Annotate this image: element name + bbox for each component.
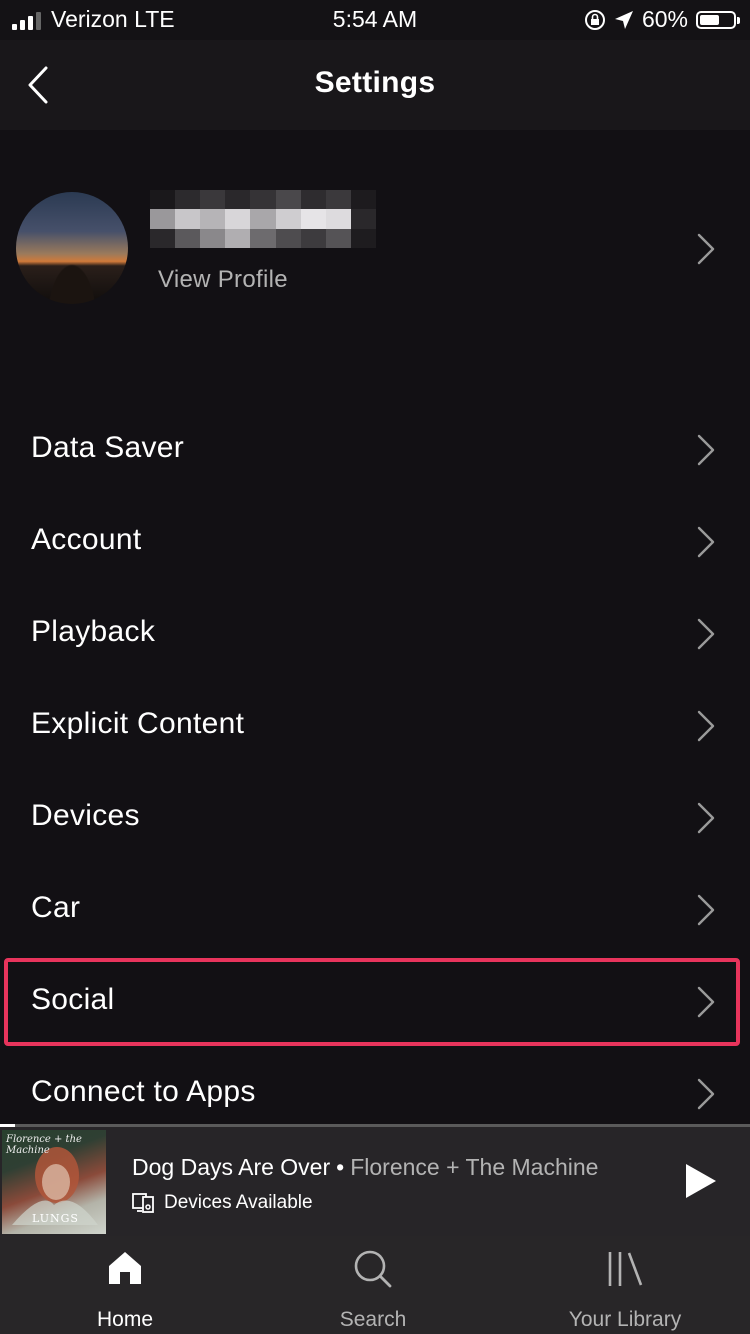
chevron-right-icon xyxy=(697,526,715,558)
devices-label: Devices Available xyxy=(164,1192,313,1213)
nav-header: Settings xyxy=(0,40,750,130)
chevron-right-icon xyxy=(697,1078,715,1110)
menu-item-label: Playback xyxy=(31,615,156,648)
menu-item-label: Social xyxy=(31,983,115,1016)
status-right: 60% xyxy=(584,6,740,33)
page-title: Settings xyxy=(314,66,436,99)
chevron-right-icon xyxy=(697,434,715,466)
tab-search[interactable]: Search xyxy=(248,1236,498,1334)
menu-item-label: Data Saver xyxy=(31,431,185,464)
chevron-right-icon xyxy=(697,986,715,1018)
menu-item-account[interactable]: Account xyxy=(0,496,750,588)
avatar xyxy=(16,192,128,304)
battery-percent: 60% xyxy=(641,6,688,32)
profile-row[interactable]: View Profile xyxy=(0,130,750,380)
separator: • xyxy=(336,1154,345,1180)
menu-item-label: Explicit Content xyxy=(31,707,245,740)
devices-icon xyxy=(132,1193,154,1213)
chevron-right-icon xyxy=(697,802,715,834)
menu-item-devices[interactable]: Devices xyxy=(0,772,750,864)
menu-item-data-saver[interactable]: Data Saver xyxy=(0,404,750,496)
devices-available[interactable]: Devices Available xyxy=(132,1192,313,1214)
tab-library[interactable]: Your Library xyxy=(500,1236,750,1334)
album-artist-text: Florence + the Machine xyxy=(6,1134,82,1156)
menu-item-label: Devices xyxy=(31,799,140,832)
playback-progress xyxy=(0,1124,750,1127)
chevron-right-icon xyxy=(697,894,715,926)
library-icon xyxy=(608,1252,643,1286)
location-icon xyxy=(614,10,633,29)
status-bar: Verizon LTE 5:54 AM 60% xyxy=(0,0,750,40)
menu-item-label: Account xyxy=(31,523,142,556)
tab-home[interactable]: Home xyxy=(0,1236,250,1334)
tab-home-label: Home xyxy=(96,1308,154,1331)
tab-search-label: Search xyxy=(339,1308,407,1331)
menu-item-label: Connect to Apps xyxy=(31,1075,256,1108)
redacted-username xyxy=(150,190,376,248)
menu-item-explicit-content[interactable]: Explicit Content xyxy=(0,680,750,772)
artist-name: Florence + The Machine xyxy=(350,1154,599,1180)
track-info: Dog Days Are Over • Florence + The Machine xyxy=(132,1154,598,1181)
battery-icon xyxy=(696,10,740,29)
album-art: Florence + the Machine LUNGS xyxy=(2,1130,106,1234)
menu-item-social[interactable]: Social xyxy=(0,956,750,1048)
tab-bar: Home Search Your Library xyxy=(0,1236,750,1334)
search-icon xyxy=(354,1250,392,1288)
tab-library-label: Your Library xyxy=(568,1308,682,1331)
rotation-lock-icon xyxy=(584,9,605,30)
home-icon xyxy=(109,1252,141,1284)
menu-item-label: Car xyxy=(31,891,81,924)
mini-player[interactable]: Florence + the Machine LUNGS Dog Days Ar… xyxy=(0,1124,750,1236)
chevron-right-icon xyxy=(697,618,715,650)
chevron-right-icon xyxy=(697,233,715,265)
menu-item-car[interactable]: Car xyxy=(0,864,750,956)
chevron-right-icon xyxy=(697,710,715,742)
view-profile-label: View Profile xyxy=(158,266,288,293)
album-title-text: LUNGS xyxy=(32,1212,79,1225)
song-title: Dog Days Are Over xyxy=(132,1154,331,1180)
menu-item-playback[interactable]: Playback xyxy=(0,588,750,680)
play-icon[interactable] xyxy=(684,1162,718,1200)
